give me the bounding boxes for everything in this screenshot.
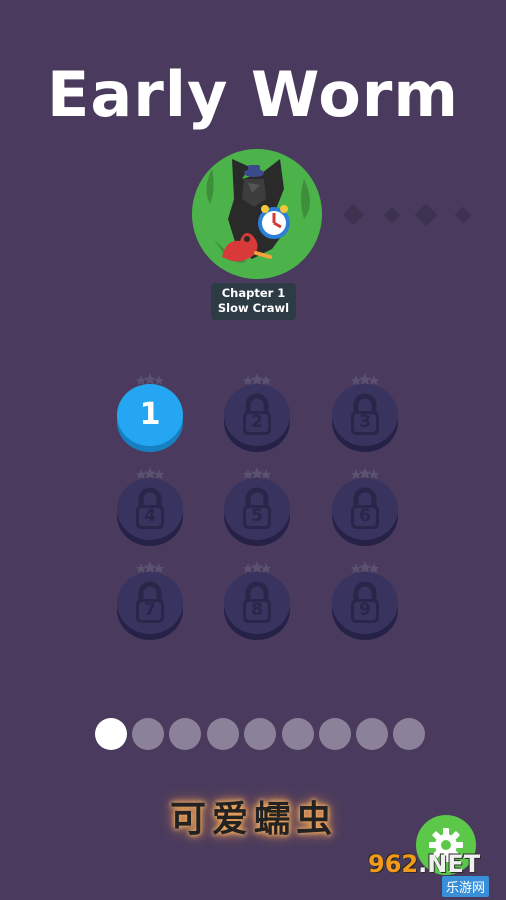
level-number: 4 (144, 506, 156, 526)
page-dot-2[interactable] (132, 718, 164, 750)
site-logo-suffix: .NET (418, 850, 481, 878)
page-dot-4[interactable] (207, 718, 239, 750)
level-number: 1 (139, 397, 161, 432)
level-button-2[interactable]: 2 (224, 373, 290, 452)
level-button-8[interactable]: 8 (224, 561, 290, 640)
level-number: 6 (359, 506, 371, 526)
watermark-caption: 可爱蠕虫 (170, 798, 339, 840)
page-dot-6[interactable] (282, 718, 314, 750)
page-dot-1[interactable] (95, 718, 127, 750)
site-subtitle: 乐游网 (442, 876, 490, 897)
site-watermark: 962.NET 乐游网 (366, 848, 500, 897)
level-button-6[interactable]: 6 (332, 467, 398, 546)
pagination-dots (0, 718, 506, 752)
level-button-1[interactable]: 1 (117, 373, 183, 452)
level-number: 7 (144, 600, 156, 620)
level-number: 9 (359, 600, 371, 620)
level-button-9[interactable]: 9 (332, 561, 398, 640)
level-number: 5 (251, 506, 263, 526)
level-grid: 1 2 3 4 5 6 7 8 9 (0, 0, 506, 700)
page-dot-7[interactable] (319, 718, 351, 750)
site-logo-prefix: 962 (368, 850, 419, 878)
level-number: 3 (359, 412, 371, 432)
site-logo: 962.NET (368, 850, 480, 878)
page-dot-5[interactable] (244, 718, 276, 750)
level-button-5[interactable]: 5 (224, 467, 290, 546)
level-number: 2 (251, 412, 263, 432)
page-dot-9[interactable] (393, 718, 425, 750)
level-number: 8 (251, 600, 263, 620)
level-button-3[interactable]: 3 (332, 373, 398, 452)
page-dot-8[interactable] (356, 718, 388, 750)
level-button-7[interactable]: 7 (117, 561, 183, 640)
level-button-4[interactable]: 4 (117, 467, 183, 546)
page-dot-3[interactable] (169, 718, 201, 750)
